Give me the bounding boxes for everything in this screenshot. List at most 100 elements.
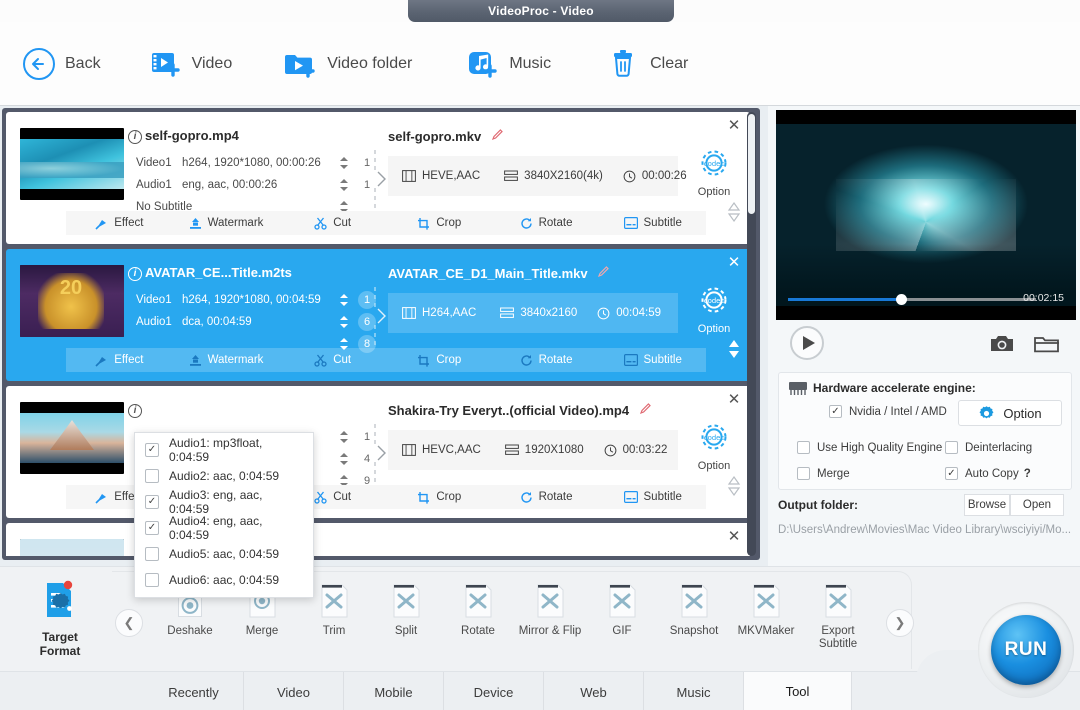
target-format-button[interactable]: Target Format bbox=[24, 577, 96, 658]
add-music-button[interactable]: Music bbox=[466, 34, 551, 94]
output-format-box[interactable]: H264,AAC 3840x2160 00:04:59 bbox=[388, 293, 678, 333]
merge-row[interactable]: Merge bbox=[797, 467, 850, 480]
codec-option-button[interactable]: codec Option bbox=[688, 418, 740, 472]
audio-track-dropdown[interactable]: Audio1: mp3float, 0:04:59 Audio2: aac, 0… bbox=[134, 432, 314, 598]
browse-button[interactable]: Browse bbox=[964, 494, 1010, 516]
high-quality-engine-row[interactable]: Use High Quality Engine bbox=[797, 441, 942, 454]
deinterlacing-checkbox[interactable] bbox=[945, 441, 958, 454]
codec-option-button[interactable]: codec Option bbox=[688, 281, 740, 335]
auto-copy-checkbox[interactable] bbox=[945, 467, 958, 480]
rotate-button[interactable]: Rotate bbox=[493, 217, 600, 230]
run-button[interactable]: RUN bbox=[991, 615, 1061, 685]
info-icon[interactable]: i bbox=[128, 267, 142, 281]
effect-button[interactable]: Effect bbox=[66, 217, 173, 230]
hardware-option-button[interactable]: Option bbox=[958, 400, 1062, 426]
tool-rotate[interactable]: Rotate bbox=[442, 579, 514, 638]
folder-icon[interactable] bbox=[1034, 334, 1060, 356]
tool-split[interactable]: Split bbox=[370, 579, 442, 638]
info-icon[interactable]: i bbox=[128, 404, 142, 418]
audio-menu-item[interactable]: Audio5: aac, 0:04:59 bbox=[135, 541, 313, 567]
subtitle-button[interactable]: Subtitle bbox=[599, 217, 706, 229]
tool-mkvmaker[interactable]: MKVMaker bbox=[730, 579, 802, 638]
watermark-button[interactable]: Watermark bbox=[173, 217, 280, 230]
nvidia-checkbox[interactable] bbox=[829, 405, 842, 418]
audio-menu-checkbox[interactable] bbox=[145, 469, 159, 483]
clear-button[interactable]: Clear bbox=[607, 34, 688, 94]
row-reorder-stepper[interactable] bbox=[726, 337, 742, 361]
tool-gif[interactable]: GIF bbox=[586, 579, 658, 638]
crop-button[interactable]: Crop bbox=[386, 354, 493, 367]
audio-menu-checkbox[interactable] bbox=[145, 495, 159, 509]
codec-option-button[interactable]: codec Option bbox=[688, 144, 740, 198]
audio-menu-item[interactable]: Audio6: aac, 0:04:59 bbox=[135, 567, 313, 593]
back-button[interactable]: Back bbox=[22, 34, 101, 94]
info-icon[interactable]: i bbox=[128, 130, 142, 144]
table-row[interactable]: ✕ bbox=[6, 523, 750, 556]
effect-button[interactable]: Effect bbox=[66, 354, 173, 367]
play-button[interactable] bbox=[790, 326, 824, 360]
subtitle-button[interactable]: Subtitle bbox=[599, 354, 706, 366]
tool-export-subtitle[interactable]: Export Subtitle bbox=[802, 579, 874, 651]
add-video-folder-button[interactable]: Video folder bbox=[284, 34, 412, 94]
tool-mirror-flip[interactable]: Mirror & Flip bbox=[514, 579, 586, 638]
edit-pencil-icon[interactable] bbox=[491, 128, 504, 144]
audio-stream-stepper[interactable] bbox=[339, 315, 349, 329]
camera-icon[interactable] bbox=[990, 334, 1014, 356]
close-icon[interactable]: ✕ bbox=[726, 255, 742, 271]
audio-menu-checkbox[interactable] bbox=[145, 521, 159, 535]
video-stream-stepper[interactable] bbox=[339, 430, 349, 444]
audio-menu-item[interactable]: Audio2: aac, 0:04:59 bbox=[135, 463, 313, 489]
subtitle-button[interactable]: Subtitle bbox=[599, 491, 706, 503]
audio-menu-checkbox[interactable] bbox=[145, 547, 159, 561]
rotate-button[interactable]: Rotate bbox=[493, 491, 600, 504]
preview-seekbar[interactable]: 00:02:15 bbox=[788, 292, 1064, 306]
add-video-button[interactable]: Video bbox=[149, 34, 233, 94]
crop-button[interactable]: Crop bbox=[386, 217, 493, 230]
output-format-box[interactable]: HEVE,AAC 3840X2160(4k) 00:00:26 bbox=[388, 156, 678, 196]
tool-scroll-left-button[interactable]: ❮ bbox=[115, 609, 143, 637]
tool-snapshot[interactable]: Snapshot bbox=[658, 579, 730, 638]
audio-menu-item[interactable]: Audio1: mp3float, 0:04:59 bbox=[135, 437, 313, 463]
edit-pencil-icon[interactable] bbox=[639, 402, 652, 418]
audio-menu-checkbox[interactable] bbox=[145, 443, 159, 457]
row-reorder-stepper[interactable] bbox=[726, 200, 742, 224]
audio-menu-checkbox[interactable] bbox=[145, 573, 159, 587]
tab-video[interactable]: Video bbox=[244, 672, 344, 710]
high-quality-engine-checkbox[interactable] bbox=[797, 441, 810, 454]
seek-knob[interactable] bbox=[896, 294, 907, 305]
tab-tool[interactable]: Tool bbox=[744, 672, 852, 710]
output-format-box[interactable]: HEVC,AAC 1920X1080 00:03:22 bbox=[388, 430, 678, 470]
deinterlacing-row[interactable]: Deinterlacing bbox=[945, 441, 1032, 454]
video-stream-stepper[interactable] bbox=[339, 293, 349, 307]
cut-button[interactable]: Cut bbox=[279, 354, 386, 367]
table-row[interactable]: i 1 4 bbox=[6, 386, 750, 518]
tab-web[interactable]: Web bbox=[544, 672, 644, 710]
row-reorder-stepper[interactable] bbox=[726, 474, 742, 498]
tab-device[interactable]: Device bbox=[444, 672, 544, 710]
rotate-button[interactable]: Rotate bbox=[493, 354, 600, 367]
merge-checkbox[interactable] bbox=[797, 467, 810, 480]
close-icon[interactable]: ✕ bbox=[726, 392, 742, 408]
video-preview[interactable]: 00:02:15 bbox=[776, 110, 1076, 320]
audio-stream-stepper[interactable] bbox=[339, 178, 349, 192]
audio-menu-item[interactable]: Audio4: eng, aac, 0:04:59 bbox=[135, 515, 313, 541]
list-scrollbar-thumb[interactable] bbox=[748, 114, 755, 214]
crop-button[interactable]: Crop bbox=[386, 491, 493, 504]
table-row[interactable]: i self-gopro.mp4 Video1 h264, 1920*1080,… bbox=[6, 112, 750, 244]
open-button[interactable]: Open bbox=[1010, 494, 1064, 516]
output-folder-path[interactable]: D:\Users\Andrew\Movies\Mac Video Library… bbox=[778, 524, 1072, 536]
auto-copy-help-icon[interactable]: ? bbox=[1024, 468, 1031, 480]
nvidia-checkbox-row[interactable]: Nvidia / Intel / AMD bbox=[829, 405, 947, 418]
list-scrollbar[interactable] bbox=[747, 112, 756, 556]
auto-copy-row[interactable]: Auto Copy ? bbox=[945, 467, 1031, 480]
close-icon[interactable]: ✕ bbox=[726, 529, 742, 545]
tool-scroll-right-button[interactable]: ❯ bbox=[886, 609, 914, 637]
cut-button[interactable]: Cut bbox=[279, 217, 386, 230]
edit-pencil-icon[interactable] bbox=[597, 265, 610, 281]
tab-music[interactable]: Music bbox=[644, 672, 744, 710]
audio-stream-stepper[interactable] bbox=[339, 452, 349, 466]
tab-mobile[interactable]: Mobile bbox=[344, 672, 444, 710]
table-row[interactable]: 20 i AVATAR_CE...Title.m2ts Video1 h264,… bbox=[6, 249, 750, 381]
video-stream-stepper[interactable] bbox=[339, 156, 349, 170]
tab-recently[interactable]: Recently bbox=[144, 672, 244, 710]
